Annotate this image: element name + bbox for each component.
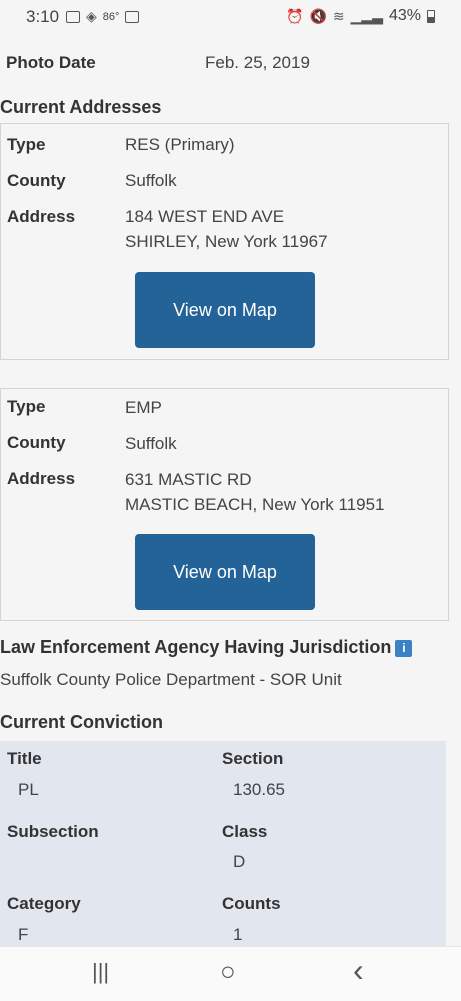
photo-date-value: Feb. 25, 2019: [205, 53, 310, 72]
counts-label: Counts: [222, 894, 281, 913]
view-on-map-button[interactable]: View on Map: [135, 534, 315, 610]
title-label: Title: [7, 749, 42, 768]
system-icons: ⏰ 🔇 ≋ ▁▂▃ 43%: [286, 7, 435, 25]
type-value: RES (Primary): [125, 135, 235, 154]
category-value: F: [18, 925, 29, 944]
alarm-icon: ⏰: [286, 7, 304, 24]
address-card: Type RES (Primary) County Suffolk Addres…: [0, 123, 449, 360]
category-label: Category: [7, 894, 81, 913]
current-addresses-heading: Current Addresses: [0, 97, 162, 117]
battery-icon: [427, 9, 435, 23]
status-bar: 3:10 ◈ 86° ⏰ 🔇 ≋ ▁▂▃ 43%: [0, 0, 461, 34]
notification-icons: ◈ 86°: [66, 8, 140, 25]
recents-icon[interactable]: |||: [92, 959, 109, 985]
title-value: PL: [18, 780, 39, 799]
gmail-icon: [66, 10, 80, 23]
type-label: Type: [7, 397, 46, 416]
feedly-icon: ◈: [86, 8, 97, 24]
class-value: D: [233, 852, 246, 871]
current-conviction-heading: Current Conviction: [0, 712, 164, 732]
class-label: Class: [222, 822, 268, 841]
address-line1: 184 WEST END AVE: [125, 207, 285, 226]
agency-heading: Law Enforcement Agency Having Jurisdicti…: [0, 637, 413, 658]
type-value: EMP: [125, 398, 162, 417]
agency-heading-text: Law Enforcement Agency Having Jurisdicti…: [0, 637, 392, 657]
info-icon[interactable]: i: [395, 639, 413, 657]
county-label: County: [7, 433, 66, 452]
county-value: Suffolk: [125, 434, 177, 453]
photo-date-label: Photo Date: [6, 53, 96, 72]
address-label: Address: [7, 469, 76, 488]
mute-icon: 🔇: [309, 7, 327, 24]
signal-icon: ▁▂▃: [350, 7, 383, 24]
address-line1: 631 MASTIC RD: [125, 470, 252, 489]
battery-percent: 43%: [388, 7, 421, 24]
agency-name: Suffolk County Police Department - SOR U…: [0, 670, 342, 689]
type-label: Type: [7, 135, 46, 154]
address-line2: MASTIC BEACH, New York 11951: [125, 495, 385, 514]
home-icon[interactable]: ○: [220, 956, 236, 987]
image-icon: [125, 10, 140, 23]
status-time: 3:10: [26, 7, 60, 26]
view-on-map-button[interactable]: View on Map: [135, 272, 315, 348]
county-label: County: [7, 171, 66, 190]
counts-value: 1: [233, 925, 243, 944]
temperature-icon: 86°: [102, 10, 120, 23]
section-label: Section: [222, 749, 284, 768]
address-label: Address: [7, 207, 76, 226]
conviction-table: Title PL Section 130.65 Subsection Class…: [0, 741, 446, 951]
address-card: Type EMP County Suffolk Address 631 MAST…: [0, 388, 449, 621]
section-value: 130.65: [233, 780, 285, 799]
subsection-label: Subsection: [7, 822, 99, 841]
county-value: Suffolk: [125, 171, 177, 190]
address-line2: SHIRLEY, New York 11967: [125, 232, 328, 251]
back-icon[interactable]: ‹: [353, 952, 364, 989]
navigation-bar: ||| ○ ‹: [0, 946, 461, 1001]
wifi-icon: ≋: [332, 7, 345, 24]
